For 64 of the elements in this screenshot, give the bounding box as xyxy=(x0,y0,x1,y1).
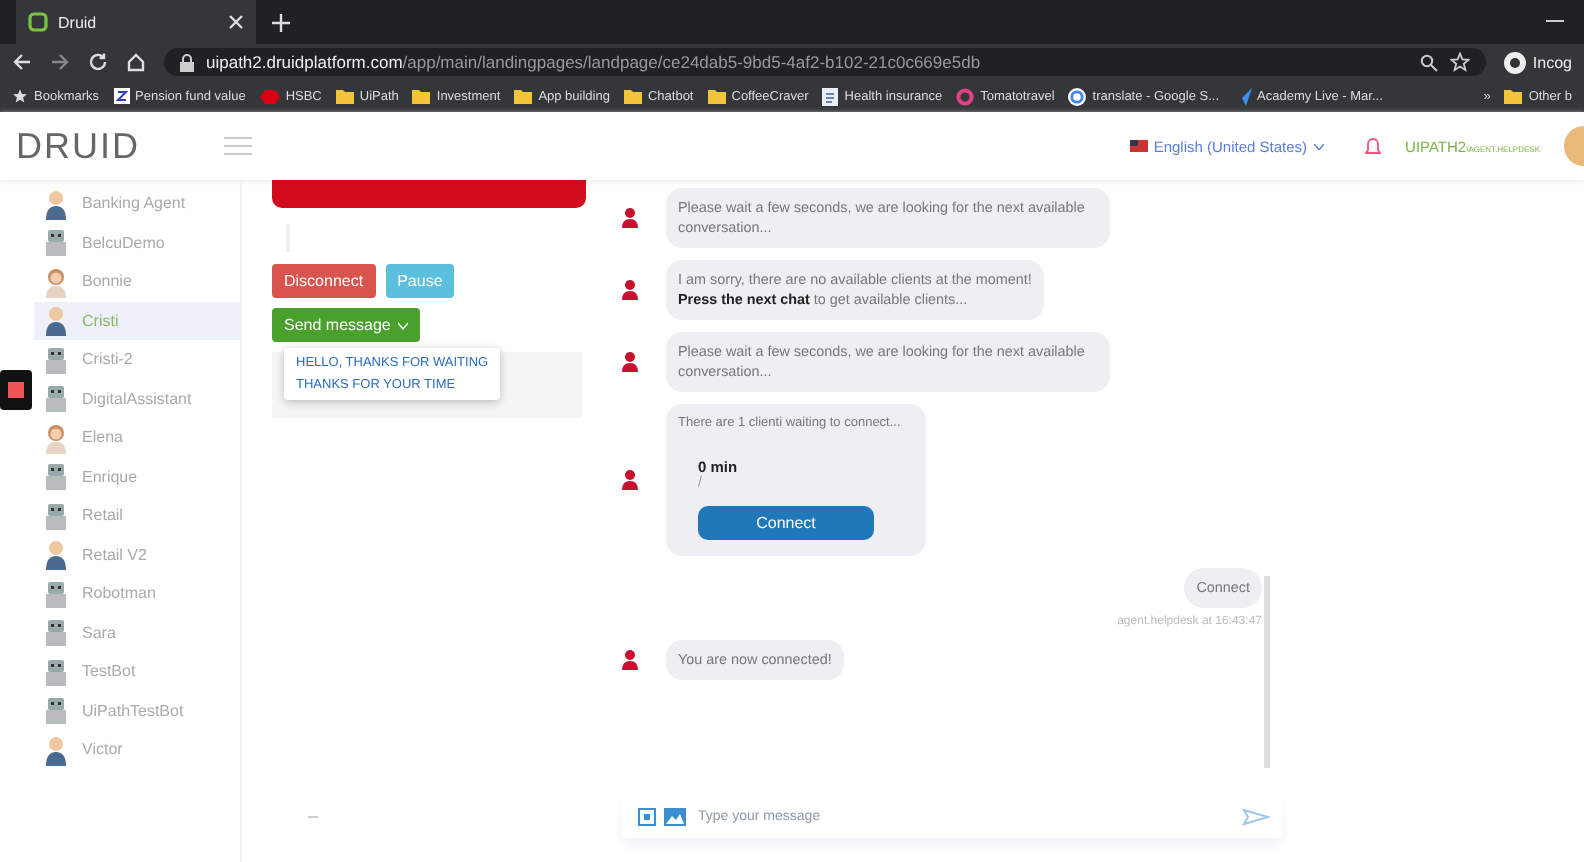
flag-icon xyxy=(1129,140,1148,152)
browser-tab[interactable]: Druid xyxy=(16,0,256,44)
reload-icon[interactable] xyxy=(88,52,108,72)
robot-icon xyxy=(40,616,72,649)
incognito-icon xyxy=(1504,51,1527,73)
folder-icon xyxy=(1504,88,1523,104)
image-icon[interactable] xyxy=(664,807,686,825)
user-icon xyxy=(622,208,638,228)
chevron-down-icon xyxy=(1313,143,1324,149)
search-icon[interactable] xyxy=(1420,53,1439,71)
new-tab-icon[interactable] xyxy=(272,13,290,31)
robot-icon xyxy=(40,382,72,415)
robot-icon xyxy=(40,655,72,688)
connect-button[interactable]: Connect xyxy=(698,506,874,540)
action-button[interactable]: Disconnect xyxy=(272,264,376,298)
star-icon xyxy=(12,88,28,104)
person-icon xyxy=(40,187,72,220)
tab-title: Druid xyxy=(58,13,97,31)
folder-icon xyxy=(707,88,726,104)
close-icon[interactable] xyxy=(228,14,244,30)
folder-icon xyxy=(335,88,354,104)
hexagon-icon xyxy=(259,89,280,103)
folder-icon xyxy=(412,88,431,104)
url-text: uipath2.druidplatform.com/app/main/landingpages/landpage/ce24dab5-9bd5-4af2-b102-21c0c669e5db xyxy=(206,52,981,72)
dash-mark xyxy=(308,816,318,818)
robot-icon xyxy=(40,577,72,610)
robot-icon xyxy=(40,694,72,727)
bell-icon[interactable] xyxy=(1363,135,1382,157)
address-field[interactable]: uipath2.druidplatform.com/app/main/landingpages/landpage/ce24dab5-9bd5-4af2-b102-21c0c669e5db xyxy=(164,48,1487,76)
robot-icon xyxy=(40,460,72,493)
druid-logo: DRUID xyxy=(16,125,140,167)
logo-icon xyxy=(28,12,48,32)
chevron-icon xyxy=(398,321,409,329)
lock-icon xyxy=(180,53,194,71)
forward-icon[interactable] xyxy=(50,52,70,72)
robot-icon xyxy=(40,343,72,376)
google-icon xyxy=(1068,87,1087,105)
stop-icon[interactable] xyxy=(0,370,32,410)
agent-item[interactable]: DigitalAssistant xyxy=(34,379,240,418)
scrollbar[interactable] xyxy=(1264,576,1270,768)
person-icon xyxy=(40,304,72,337)
user-icon xyxy=(622,470,638,490)
ring-icon xyxy=(956,87,975,105)
minimize-icon[interactable] xyxy=(1546,20,1564,24)
profile-button[interactable]: Incog xyxy=(1504,51,1572,73)
home-icon[interactable] xyxy=(126,52,146,72)
agent-item[interactable]: Cristi-2 xyxy=(34,340,240,379)
person-icon xyxy=(40,421,72,454)
user-icon xyxy=(622,650,638,670)
folder-icon xyxy=(623,88,642,104)
person-icon xyxy=(40,265,72,298)
send-message-button[interactable]: Send message xyxy=(272,308,421,342)
star-icon[interactable] xyxy=(1450,52,1471,72)
robot-icon xyxy=(40,499,72,532)
person-icon xyxy=(40,538,72,571)
person-icon xyxy=(40,733,72,766)
folder-icon xyxy=(514,88,533,104)
user-icon xyxy=(622,280,638,300)
page-icon xyxy=(822,87,839,105)
attach-icon[interactable] xyxy=(638,807,656,825)
z-icon xyxy=(113,88,130,104)
back-icon[interactable] xyxy=(12,52,32,72)
robot-icon xyxy=(40,226,72,259)
user-icon xyxy=(622,352,638,372)
